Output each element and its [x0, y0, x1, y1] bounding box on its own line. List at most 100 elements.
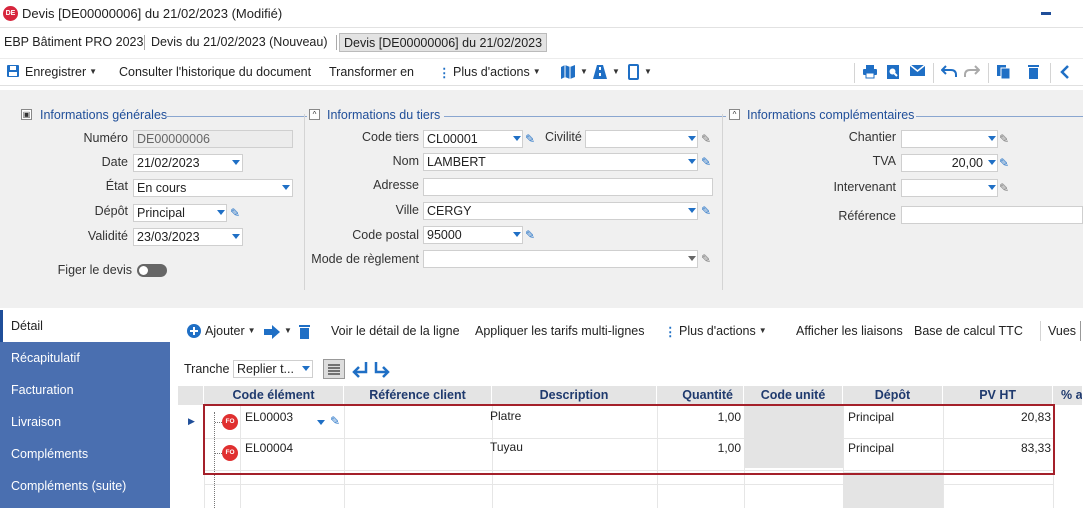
chevron-left-icon[interactable]	[1060, 64, 1070, 84]
chevron-down-icon[interactable]	[688, 208, 696, 213]
edit-civilite-icon[interactable]: ✎	[701, 133, 711, 146]
mobile-icon[interactable]	[628, 64, 639, 84]
copy-icon[interactable]	[996, 64, 1011, 84]
code-tiers-field[interactable]: CL00001	[423, 130, 523, 148]
depot-select[interactable]: Principal	[133, 204, 227, 222]
chevron-down-icon[interactable]	[988, 160, 996, 165]
edit-chantier-icon[interactable]: ✎	[999, 133, 1009, 146]
column-header-description[interactable]: Description	[492, 386, 657, 405]
reglement-select[interactable]	[423, 250, 698, 268]
edit-tva-icon[interactable]: ✎	[999, 157, 1009, 170]
transform-button[interactable]: Transformer en	[329, 65, 414, 79]
indent-left-icon[interactable]	[351, 360, 369, 382]
code-postal-field[interactable]: 95000	[423, 226, 523, 244]
chevron-down-icon[interactable]: ▼	[281, 324, 292, 338]
chevron-down-icon[interactable]: ▼	[641, 65, 652, 79]
tab-devis-nouveau[interactable]: Devis du 21/02/2023 (Nouveau)	[147, 33, 332, 52]
chevron-down-icon[interactable]	[513, 136, 521, 141]
chevron-down-icon[interactable]	[688, 136, 696, 141]
preview-icon[interactable]	[886, 64, 900, 84]
collapse-tiers-icon[interactable]: ^	[309, 109, 320, 120]
tranche-select[interactable]: Replier t...	[233, 360, 313, 378]
print-icon[interactable]	[862, 64, 878, 83]
road-icon[interactable]	[592, 64, 608, 84]
undo-icon[interactable]	[940, 64, 957, 82]
view-detail-button[interactable]: Voir le détail de la ligne	[331, 324, 460, 338]
add-button[interactable]: Ajouter ▼	[205, 324, 256, 338]
chevron-down-icon[interactable]	[217, 210, 225, 215]
edit-reglement-icon[interactable]: ✎	[701, 253, 711, 266]
chevron-down-icon[interactable]	[688, 256, 696, 261]
show-links-button[interactable]: Afficher les liaisons	[796, 324, 903, 338]
depot-label: Dépôt	[94, 204, 128, 218]
sidebar-item-livraison[interactable]: Livraison	[0, 406, 170, 438]
sidebar-item-facturation[interactable]: Facturation	[0, 374, 170, 406]
column-header-depot[interactable]: Dépôt	[843, 386, 943, 405]
validite-field[interactable]: 23/03/2023	[133, 228, 243, 246]
column-header-pct[interactable]: % a	[1053, 386, 1083, 405]
chevron-down-icon[interactable]	[688, 159, 696, 164]
tab-devis-current[interactable]: Devis [DE00000006] du 21/02/2023	[339, 33, 548, 52]
toolbar-divider	[1050, 63, 1051, 83]
apply-rates-button[interactable]: Appliquer les tarifs multi-lignes	[475, 324, 645, 338]
ville-field[interactable]: CERGY	[423, 202, 698, 220]
column-header-reference[interactable]: Référence client	[344, 386, 492, 405]
add-icon[interactable]	[187, 324, 201, 342]
history-button[interactable]: Consulter l'historique du document	[119, 65, 311, 79]
map-icon[interactable]	[560, 64, 576, 84]
chevron-down-icon[interactable]	[513, 232, 521, 237]
minimize-button[interactable]	[1041, 12, 1051, 15]
chevron-down-icon[interactable]	[232, 234, 240, 239]
collapse-complementaires-icon[interactable]: ^	[729, 109, 740, 120]
chantier-select[interactable]	[901, 130, 998, 148]
calc-base-button[interactable]: Base de calcul TTC	[914, 324, 1023, 338]
chevron-down-icon[interactable]	[282, 185, 290, 190]
chevron-down-icon[interactable]	[232, 160, 240, 165]
edit-nom-icon[interactable]: ✎	[701, 156, 711, 169]
column-header-quantite[interactable]: Quantité	[657, 386, 744, 405]
intervenant-select[interactable]	[901, 179, 998, 197]
chevron-down-icon[interactable]: ▼	[609, 65, 620, 79]
chevron-down-icon[interactable]: ▼	[577, 65, 588, 79]
nom-field[interactable]: LAMBERT	[423, 153, 698, 171]
email-icon[interactable]	[909, 64, 926, 81]
sidebar-item-complements[interactable]: Compléments	[0, 438, 170, 470]
edit-depot-icon[interactable]: ✎	[230, 207, 240, 220]
views-button[interactable]: Vues	[1048, 324, 1076, 338]
collapse-general-icon[interactable]: ▣	[21, 109, 32, 120]
indent-right-icon[interactable]	[373, 360, 391, 382]
section-title-general: Informations générales	[40, 108, 168, 122]
sidebar-item-detail[interactable]: Détail	[0, 310, 170, 342]
etat-select[interactable]: En cours	[133, 179, 293, 197]
arrow-right-icon[interactable]	[263, 324, 281, 344]
trash-icon[interactable]	[298, 324, 311, 344]
civilite-select[interactable]	[585, 130, 698, 148]
column-header-pvht[interactable]: PV HT	[943, 386, 1053, 405]
list-view-toggle[interactable]	[323, 359, 345, 379]
edit-ville-icon[interactable]: ✎	[701, 205, 711, 218]
edit-intervenant-icon[interactable]: ✎	[999, 182, 1009, 195]
save-button[interactable]: Enregistrer ▼	[25, 65, 97, 79]
numero-field[interactable]: DE00000006	[133, 130, 293, 148]
tva-select[interactable]: 20,00	[901, 154, 998, 172]
tab-ebp-home[interactable]: EBP Bâtiment PRO 2023	[0, 33, 147, 52]
adresse-field[interactable]	[423, 178, 713, 196]
column-header-unite[interactable]: Code unité	[744, 386, 843, 405]
etat-label: État	[105, 179, 128, 193]
more-actions-detail-button[interactable]: Plus d'actions ▼	[679, 324, 767, 338]
edit-code-tiers-icon[interactable]: ✎	[525, 133, 535, 146]
date-field[interactable]: 21/02/2023	[133, 154, 243, 172]
more-actions-button[interactable]: Plus d'actions ▼	[453, 65, 541, 79]
chevron-down-icon[interactable]	[302, 366, 310, 371]
chevron-down-icon[interactable]	[988, 185, 996, 190]
trash-icon[interactable]	[1027, 64, 1040, 84]
sidebar-item-complements-suite[interactable]: Compléments (suite)	[0, 470, 170, 502]
edit-code-postal-icon[interactable]: ✎	[525, 229, 535, 242]
chevron-down-icon[interactable]	[988, 136, 996, 141]
reference-field[interactable]	[901, 206, 1083, 224]
save-icon[interactable]	[6, 64, 20, 82]
column-header-code[interactable]: Code élément	[204, 386, 344, 405]
sidebar-item-recapitulatif[interactable]: Récapitulatif	[0, 342, 170, 374]
figer-toggle[interactable]	[137, 264, 167, 277]
redo-icon[interactable]	[964, 64, 981, 82]
